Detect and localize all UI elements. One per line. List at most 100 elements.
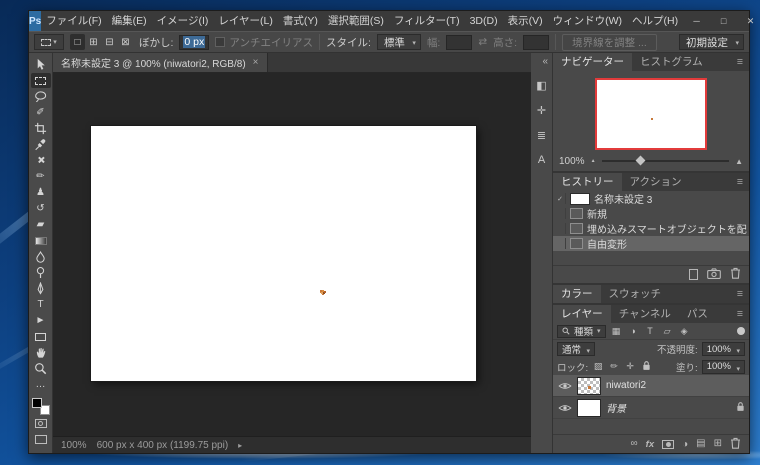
tab-paths[interactable]: パス (679, 305, 716, 323)
crop-tool[interactable] (31, 121, 51, 136)
character-panel-icon[interactable]: A (533, 153, 551, 167)
layer-row-background[interactable]: 背景 (553, 397, 749, 419)
panel-menu-icon[interactable]: ≡ (731, 305, 749, 323)
lock-image-pixels-icon[interactable]: ✏ (608, 361, 620, 372)
lasso-tool[interactable] (31, 89, 51, 104)
layer-row-niwatori2[interactable]: niwatori2 (553, 375, 749, 397)
history-brush-source-icon[interactable]: ✓ (555, 193, 566, 204)
delete-state-icon[interactable] (730, 267, 741, 282)
close-tab-icon[interactable]: × (253, 57, 259, 68)
info-panel-icon[interactable]: ≣ (533, 128, 551, 142)
delete-layer-icon[interactable] (730, 437, 741, 452)
adjustments-panel-icon[interactable]: ◧ (533, 78, 551, 92)
intersect-selection-button[interactable]: ⊠ (118, 34, 133, 50)
quick-selection-tool[interactable]: ✐ (31, 105, 51, 120)
menu-filter[interactable]: フィルター(T) (389, 11, 465, 31)
link-layers-icon[interactable]: ∞ (631, 439, 638, 449)
menu-image[interactable]: イメージ(I) (152, 11, 214, 31)
type-tool[interactable]: T (31, 297, 51, 312)
new-layer-icon[interactable]: ⊞ (714, 439, 722, 449)
menu-layer[interactable]: レイヤー(L) (213, 11, 278, 31)
filter-pixel-layers-icon[interactable]: ▦ (610, 326, 623, 337)
antialias-checkbox[interactable]: アンチエイリアス (215, 35, 313, 50)
history-brush-source-cell[interactable] (555, 208, 566, 219)
path-selection-tool[interactable]: ► (31, 313, 51, 328)
height-input[interactable] (523, 35, 549, 50)
panel-menu-icon[interactable]: ≡ (731, 285, 749, 303)
visibility-eye-icon[interactable] (557, 381, 572, 391)
feather-input[interactable]: 0 px (179, 35, 209, 50)
filter-type-layers-icon[interactable]: T (644, 326, 657, 336)
tab-history[interactable]: ヒストリー (553, 173, 622, 191)
status-menu-arrow-icon[interactable]: ▸ (238, 441, 242, 450)
history-brush-source-cell[interactable] (555, 238, 566, 249)
rectangle-shape-tool[interactable] (31, 329, 51, 344)
expand-dock-icon[interactable]: « (542, 56, 548, 67)
hand-tool[interactable] (31, 345, 51, 360)
rectangular-marquee-tool[interactable] (31, 73, 51, 88)
layer-name[interactable]: 背景 (606, 400, 626, 415)
menu-view[interactable]: 表示(V) (503, 11, 548, 31)
layer-style-icon[interactable]: fx (646, 439, 654, 450)
menu-edit[interactable]: 編集(E) (107, 11, 152, 31)
history-brush-tool[interactable]: ↺ (31, 201, 51, 216)
new-selection-button[interactable]: □ (70, 34, 85, 50)
edit-toolbar-button[interactable]: … (31, 377, 51, 392)
minimize-button[interactable]: ─ (683, 11, 710, 31)
navigator-proxy-view[interactable] (595, 78, 707, 150)
tab-actions[interactable]: アクション (622, 173, 690, 191)
eyedropper-tool[interactable] (31, 137, 51, 152)
history-snapshot-row[interactable]: ✓ 名称未設定 3 (553, 191, 749, 206)
width-input[interactable] (446, 35, 472, 50)
history-brush-source-cell[interactable] (555, 223, 566, 234)
layer-filter-dropdown[interactable]: 種類 ▾ (557, 325, 606, 338)
document-tab[interactable]: 名称未設定 3 @ 100% (niwatori2, RGB/8) × (53, 53, 268, 72)
fill-dropdown[interactable]: 100% ▾ (702, 360, 745, 374)
lock-position-icon[interactable]: ✛ (624, 361, 636, 372)
filter-adjustment-layers-icon[interactable]: ◑ (627, 326, 640, 336)
menu-select[interactable]: 選択範囲(S) (323, 11, 389, 31)
lock-transparent-pixels-icon[interactable]: ▨ (592, 361, 604, 372)
history-step[interactable]: 埋め込みスマートオブジェクトを配置 (553, 221, 749, 236)
dodge-tool[interactable] (31, 265, 51, 280)
panel-menu-icon[interactable]: ≡ (731, 53, 749, 71)
adjustment-layer-icon[interactable]: ◑ (682, 439, 688, 450)
layer-name[interactable]: niwatori2 (606, 380, 646, 391)
new-group-icon[interactable]: ▤ (696, 439, 705, 449)
menu-window[interactable]: ウィンドウ(W) (548, 11, 627, 31)
properties-panel-icon[interactable]: ✛ (533, 103, 551, 117)
history-step-selected[interactable]: 自由変形 (553, 236, 749, 251)
tab-swatches[interactable]: スウォッチ (601, 285, 670, 303)
tab-navigator[interactable]: ナビゲーター (553, 53, 632, 71)
opacity-dropdown[interactable]: 100% ▾ (702, 342, 745, 356)
zoom-in-icon[interactable]: ▲ (735, 157, 743, 166)
lock-all-icon[interactable] (640, 360, 652, 373)
eraser-tool[interactable]: ▰ (31, 217, 51, 232)
panel-menu-icon[interactable]: ≡ (731, 173, 749, 191)
tab-color[interactable]: カラー (553, 285, 601, 303)
gradient-tool[interactable] (31, 233, 51, 248)
menu-type[interactable]: 書式(Y) (278, 11, 323, 31)
screen-mode-button[interactable] (31, 432, 51, 447)
zoom-out-icon[interactable]: ▲ (591, 158, 596, 164)
menu-file[interactable]: ファイル(F) (41, 11, 106, 31)
tool-preset-picker[interactable]: ▾ (34, 34, 64, 50)
menu-help[interactable]: ヘルプ(H) (627, 11, 683, 31)
blend-mode-dropdown[interactable]: 通常 ▾ (557, 342, 595, 356)
brush-tool[interactable]: ✏ (31, 169, 51, 184)
tab-histogram[interactable]: ヒストグラム (632, 53, 711, 71)
document-canvas[interactable] (91, 126, 476, 381)
add-layer-mask-icon[interactable] (662, 440, 674, 449)
workspace-switcher[interactable]: 初期設定 ▾ (679, 34, 744, 50)
foreground-color-swatch[interactable] (32, 398, 42, 408)
spot-healing-brush-tool[interactable]: ✚ (31, 153, 51, 168)
new-document-from-state-icon[interactable] (689, 269, 698, 280)
add-to-selection-button[interactable]: ⊞ (86, 34, 101, 50)
navigator-zoom-field[interactable]: 100% (559, 156, 585, 167)
layer-thumbnail[interactable] (577, 399, 601, 417)
new-snapshot-icon[interactable] (707, 268, 721, 282)
quick-mask-button[interactable] (31, 416, 51, 431)
maximize-button[interactable]: □ (710, 11, 737, 31)
refine-edge-button[interactable]: 境界線を調整 ... (562, 34, 657, 51)
visibility-eye-icon[interactable] (557, 403, 572, 413)
